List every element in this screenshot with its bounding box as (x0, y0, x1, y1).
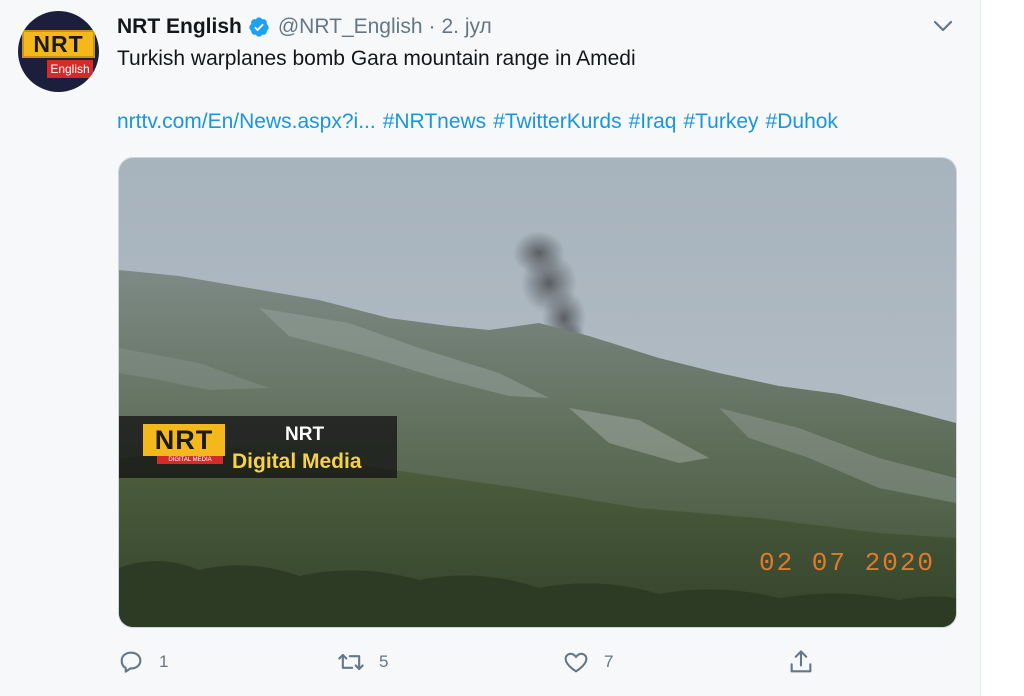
tweet-text: Turkish warplanes bomb Gara mountain ran… (117, 47, 636, 70)
watermark-subtitle: Digital Media (232, 450, 362, 473)
share-button[interactable] (787, 645, 815, 679)
like-count: 7 (604, 652, 614, 671)
retweet-count: 5 (379, 652, 389, 671)
reply-button[interactable]: 1 (117, 645, 168, 679)
avatar-logo: NRT (22, 30, 95, 58)
tweet-card[interactable]: NRT English NRT English @NRT_English · 2… (0, 0, 981, 696)
separator: · (428, 15, 436, 38)
watermark-title: NRT (285, 424, 325, 445)
hashtag-turkey[interactable]: #Turkey (683, 110, 758, 133)
hashtag-iraq[interactable]: #Iraq (629, 110, 677, 133)
like-button[interactable]: 7 (562, 645, 613, 679)
tweet-photo[interactable]: NRT DIGITAL MEDIA NRT Digital Media 02 0… (118, 157, 957, 628)
hashtag-nrtnews[interactable]: #NRTnews (383, 110, 486, 133)
avatar-logo-sub: English (47, 60, 93, 78)
media-watermark: NRT DIGITAL MEDIA NRT Digital Media (119, 416, 397, 478)
page-background (981, 0, 1024, 696)
avatar[interactable]: NRT English (18, 11, 99, 92)
retweet-icon (338, 653, 364, 671)
retweet-button[interactable]: 5 (337, 645, 388, 679)
share-icon (790, 650, 812, 673)
photo-date-stamp: 02 07 2020 (759, 548, 936, 578)
verified-badge-icon (249, 17, 269, 37)
watermark-logo-sub: DIGITAL MEDIA (157, 456, 223, 464)
hashtag-duhok[interactable]: #Duhok (766, 110, 838, 133)
reply-icon (120, 651, 142, 673)
like-icon (564, 652, 588, 673)
article-link[interactable]: nrttv.com/En/News.aspx?i... (117, 110, 376, 133)
display-name[interactable]: NRT English (117, 15, 242, 39)
tweet-actions: 1 5 7 (117, 645, 837, 679)
tweet-date[interactable]: 2. јул (442, 15, 492, 39)
chevron-down-icon[interactable] (931, 14, 955, 38)
handle[interactable]: @NRT_English (278, 15, 423, 39)
tweet-header: NRT English @NRT_English · 2. јул (117, 12, 492, 42)
watermark-logo: NRT (143, 424, 225, 456)
tweet-links: nrttv.com/En/News.aspx?i... #NRTnews #Twit… (117, 110, 838, 134)
reply-count: 1 (159, 652, 169, 671)
hashtag-twitterkurds[interactable]: #TwitterKurds (493, 110, 621, 133)
